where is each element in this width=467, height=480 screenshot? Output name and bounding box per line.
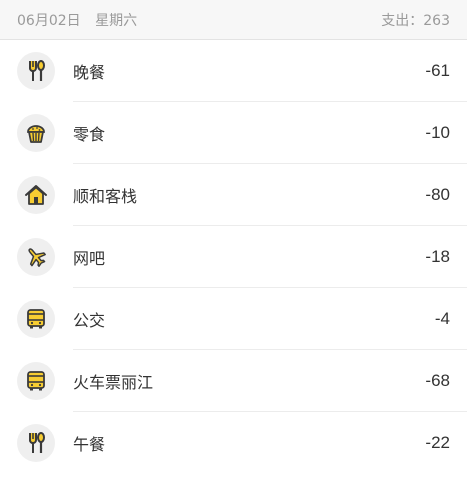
muffin-icon <box>17 114 55 152</box>
weekday-label: 星期六 <box>95 12 138 29</box>
category-label: 零食 <box>73 125 106 144</box>
fork-spoon-icon <box>17 424 55 462</box>
category-label: 网吧 <box>73 249 106 268</box>
list-item[interactable]: 午餐 -22 <box>0 412 467 474</box>
amount-label: -10 <box>425 123 450 142</box>
transaction-list: 晚餐 -61 零食 -10 顺和客栈 -80 网吧 -18 公交 -4 火车票丽… <box>0 40 467 474</box>
house-icon <box>17 176 55 214</box>
category-label: 公交 <box>73 311 106 330</box>
list-item[interactable]: 网吧 -18 <box>0 226 467 288</box>
day-header: 06月02日 星期六 支出：263 <box>0 0 467 40</box>
airplane-icon <box>17 238 55 276</box>
bus-icon <box>17 300 55 338</box>
day-header-date: 06月02日 星期六 <box>17 10 137 30</box>
bus-icon <box>17 362 55 400</box>
list-item[interactable]: 公交 -4 <box>0 288 467 350</box>
amount-label: -61 <box>425 61 450 80</box>
fork-spoon-icon <box>17 52 55 90</box>
list-item[interactable]: 晚餐 -61 <box>0 40 467 102</box>
bill-day-page: 06月02日 星期六 支出：263 晚餐 -61 零食 -10 顺和客栈 -80… <box>0 0 467 480</box>
list-item[interactable]: 顺和客栈 -80 <box>0 164 467 226</box>
expense-total: 支出：263 <box>381 12 450 29</box>
amount-label: -68 <box>425 371 450 390</box>
amount-label: -4 <box>434 309 450 328</box>
amount-label: -80 <box>425 185 450 204</box>
category-label: 午餐 <box>73 435 106 454</box>
category-label: 顺和客栈 <box>73 187 138 206</box>
category-label: 晚餐 <box>73 63 106 82</box>
amount-label: -18 <box>425 247 450 266</box>
list-item[interactable]: 火车票丽江 -68 <box>0 350 467 412</box>
category-label: 火车票丽江 <box>73 373 154 392</box>
date-label: 06月02日 <box>17 12 81 29</box>
amount-label: -22 <box>425 433 450 452</box>
list-item[interactable]: 零食 -10 <box>0 102 467 164</box>
